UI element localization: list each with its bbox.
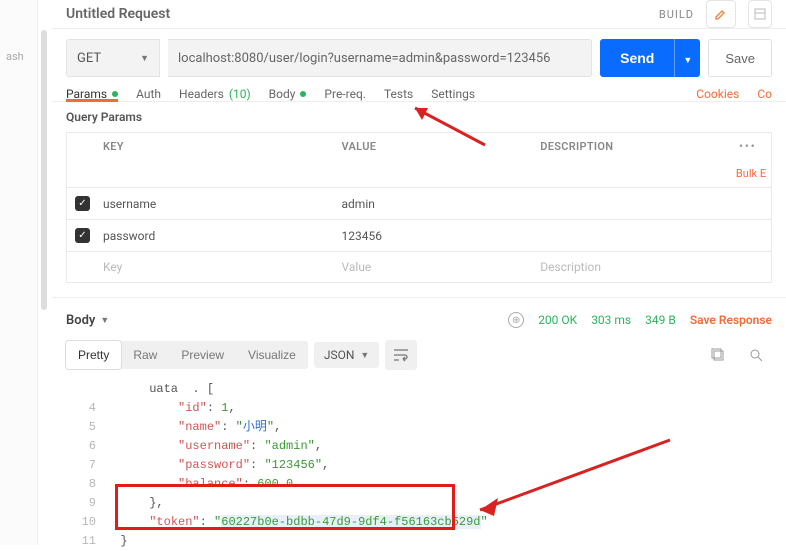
tab-tests[interactable]: Tests [384,87,413,101]
left-rail-label: ash [6,50,24,63]
cell-key[interactable]: username [95,189,334,219]
format-label: JSON [324,348,355,362]
tab-settings[interactable]: Settings [431,87,475,101]
method-label: GET [77,51,101,66]
code-line: 11 } [66,532,772,551]
bulk-edit-link[interactable]: Bulk E [731,160,771,187]
view-visualize[interactable]: Visualize [236,341,308,369]
table-row-new: Key Value Description [67,251,771,282]
cell-key-placeholder[interactable]: Key [95,252,334,282]
panel-icon [754,8,766,20]
response-code[interactable]: uata . [4 "id": 1,5 "name": "小明",6 "user… [66,380,772,551]
tab-label: Settings [431,87,475,101]
cell-key[interactable]: password [95,221,334,251]
cookies-link[interactable]: Cookies [696,87,739,101]
view-pretty[interactable]: Pretty [66,341,121,369]
cell-value-placeholder[interactable]: Value [334,252,533,282]
chevron-down-icon: ▼ [360,350,369,361]
status-dot-icon [112,91,118,97]
checkbox[interactable]: ✓ [75,228,90,243]
tab-label: Tests [384,87,413,101]
header: Untitled Request BUILD [52,0,786,29]
cell-desc[interactable] [532,196,731,212]
view-raw[interactable]: Raw [121,341,169,369]
col-key: KEY [95,133,334,160]
checkbox[interactable]: ✓ [75,196,90,211]
left-rail: ash [0,0,38,545]
format-select[interactable]: JSON ▼ [314,342,379,368]
tab-auth[interactable]: Auth [136,87,161,101]
cell-desc[interactable] [532,228,731,244]
code-line: 4 "id": 1, [66,399,772,418]
status-dot-icon [300,91,306,97]
chevron-down-icon: ▼ [683,55,692,65]
code-line: 9 }, [66,494,772,513]
chevron-down-icon: ▼ [140,53,149,64]
request-row: GET ▼ localhost:8080/user/login?username… [52,29,786,87]
method-select[interactable]: GET ▼ [66,39,160,77]
save-response-link[interactable]: Save Response [690,313,772,327]
copy-icon [711,348,725,362]
view-mode-segment: Pretty Raw Preview Visualize [66,341,308,369]
headers-count: (10) [229,87,251,101]
wrap-button[interactable] [385,340,417,370]
url-text: localhost:8080/user/login?username=admin… [178,51,550,66]
save-button[interactable]: Save [708,39,772,77]
col-desc: DESCRIPTION [532,133,731,160]
copy-button[interactable] [702,340,734,370]
status-code: 200 OK [538,313,577,327]
code-line: 5 "name": "小明", [66,418,772,437]
viewer-row: Pretty Raw Preview Visualize JSON ▼ [52,336,786,376]
response-size: 349 B [645,313,676,327]
scroll-thumb[interactable] [41,30,47,310]
tab-body[interactable]: Body [269,87,307,101]
tab-label: Auth [136,87,161,101]
panel-button[interactable] [748,0,772,28]
pencil-icon [714,7,728,21]
cell-value[interactable]: admin [334,189,533,219]
search-button[interactable] [740,340,772,370]
code-line: uata . [ [66,380,772,399]
code-link[interactable]: Co [757,87,772,101]
send-dropdown[interactable]: ▼ [674,39,700,77]
query-params-table: KEY VALUE DESCRIPTION ••• Bulk E ✓ usern… [66,132,772,283]
wrap-icon [393,348,409,362]
tab-prereq[interactable]: Pre-req. [324,87,366,101]
edit-button[interactable] [706,0,736,28]
tab-label: Body [269,87,296,101]
view-preview[interactable]: Preview [169,341,236,369]
response-bar: Body ▼ ⊕ 200 OK 303 ms 349 B Save Respon… [52,297,786,336]
table-row: ✓ username admin [67,187,771,219]
code-line: 10 "token": "60227b0e-bdbb-47d9-9df4-f56… [66,513,772,532]
code-line: 7 "password": "123456", [66,456,772,475]
build-label[interactable]: BUILD [659,8,694,21]
tab-params[interactable]: Params [66,87,118,101]
response-time: 303 ms [591,313,631,327]
globe-icon[interactable]: ⊕ [508,312,524,328]
more-icon[interactable]: ••• [739,140,757,153]
col-value: VALUE [334,133,533,160]
tab-label: Headers [179,87,224,101]
scroll-gutter [38,0,52,545]
tab-label: Params [66,87,107,101]
query-params-heading: Query Params [52,102,786,132]
send-group: Send ▼ [600,39,700,77]
url-input[interactable]: localhost:8080/user/login?username=admin… [168,39,592,77]
response-body-tab[interactable]: Body ▼ [66,313,109,328]
code-line: 6 "username": "admin", [66,437,772,456]
chevron-down-icon: ▼ [100,315,109,326]
search-icon [749,348,763,362]
table-row: ✓ password 123456 [67,219,771,251]
code-line: 8 "balance": 600.0 [66,475,772,494]
tab-headers[interactable]: Headers (10) [179,87,251,101]
send-button[interactable]: Send [600,39,674,77]
tab-label: Pre-req. [324,87,366,101]
cell-desc-placeholder[interactable]: Description [532,252,731,282]
request-title: Untitled Request [66,6,647,22]
request-tabs: Params Auth Headers (10) Body Pre-req. T… [52,87,786,102]
response-body-label: Body [66,313,95,328]
cell-value[interactable]: 123456 [334,221,533,251]
